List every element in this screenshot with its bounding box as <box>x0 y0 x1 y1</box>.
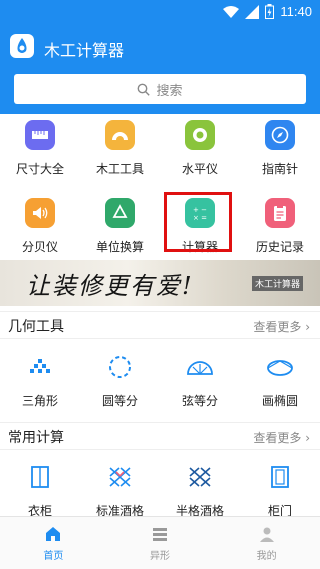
view-more-link[interactable]: 查看更多 › <box>253 318 310 335</box>
tool-label: 三角形 <box>21 394 58 408</box>
tab-label: 我的 <box>256 550 277 562</box>
search-icon <box>138 83 151 96</box>
user-icon <box>259 527 274 542</box>
common-tools-row: 衣柜 标准酒格 半格酒格 柜门 <box>0 462 320 519</box>
recycle-icon <box>105 198 135 228</box>
half-wine-rack-icon <box>185 462 215 492</box>
ruler-icon <box>25 120 55 150</box>
speaker-icon <box>25 198 55 228</box>
section-header-geometry: 几何工具 查看更多 › <box>0 311 320 339</box>
view-more-link[interactable]: 查看更多 › <box>253 429 310 446</box>
tool-ruler-size[interactable]: 尺寸大全 <box>0 120 80 177</box>
tool-decibel-meter[interactable]: 分贝仪 <box>0 198 80 255</box>
chevron-right-icon: › <box>305 320 310 334</box>
section-title: 几何工具 <box>8 319 64 335</box>
tab-label: 异形 <box>150 550 170 562</box>
calculator-highlight-box <box>164 192 232 252</box>
tool-chord-divide[interactable]: 弦等分 <box>160 352 240 409</box>
tool-half-wine-rack[interactable]: 半格酒格 <box>160 462 240 519</box>
home-icon <box>46 526 61 541</box>
chevron-right-icon: › <box>305 431 310 445</box>
search-placeholder: 搜索 <box>156 83 183 99</box>
tool-label: 尺寸大全 <box>15 162 64 176</box>
tool-cabinet-door[interactable]: 柜门 <box>240 462 320 519</box>
app-bar: 木工计算器 <box>0 24 320 70</box>
tool-carpentry-tools[interactable]: 木工工具 <box>80 120 160 177</box>
signal-icon <box>245 4 260 19</box>
list-icon <box>153 527 167 541</box>
app-title: 木工计算器 <box>44 41 125 60</box>
battery-icon <box>265 4 275 19</box>
promo-banner[interactable]: 让装修更有爱! 木工计算器 <box>0 260 320 306</box>
tool-circle-divide[interactable]: 圆等分 <box>80 352 160 409</box>
tab-home[interactable]: 首页 <box>0 517 107 569</box>
tab-label: 首页 <box>43 550 64 562</box>
wifi-icon <box>223 5 240 18</box>
level-icon <box>185 120 215 150</box>
status-time: 11:40 <box>280 4 312 19</box>
triangle-dots-icon <box>25 352 55 382</box>
tool-label: 历史记录 <box>255 240 304 254</box>
tool-unit-conversion[interactable]: 单位换算 <box>80 198 160 255</box>
status-icons: 11:40 <box>223 4 312 19</box>
protractor-icon <box>105 120 135 150</box>
tool-label: 单位换算 <box>95 240 144 254</box>
section-title: 常用计算 <box>8 430 64 446</box>
bottom-tab-bar: 首页 异形 我的 <box>0 516 320 569</box>
tool-label: 弦等分 <box>181 394 218 408</box>
tool-grid-row-1: 尺寸大全 木工工具 水平仪 指南针 <box>0 120 320 177</box>
compass-icon <box>265 120 295 150</box>
tab-special-shapes[interactable]: 异形 <box>107 517 214 569</box>
tool-compass[interactable]: 指南针 <box>240 120 320 177</box>
app-logo-icon <box>10 34 34 58</box>
tool-label: 指南针 <box>261 162 298 176</box>
tool-label: 画椭圆 <box>261 394 298 408</box>
cabinet-door-icon <box>265 462 295 492</box>
status-bar: 11:40 <box>0 0 320 24</box>
wine-rack-icon <box>105 462 135 492</box>
tab-profile[interactable]: 我的 <box>213 517 320 569</box>
tool-draw-ellipse[interactable]: 画椭圆 <box>240 352 320 409</box>
ellipse-icon <box>265 352 295 382</box>
tool-history[interactable]: 历史记录 <box>240 198 320 255</box>
search-area: 搜索 <box>0 70 320 114</box>
wardrobe-icon <box>25 462 55 492</box>
banner-slogan: 让装修更有爱! <box>26 272 194 300</box>
view-more-label: 查看更多 <box>253 431 302 445</box>
tool-label: 木工工具 <box>95 162 144 176</box>
tool-wardrobe[interactable]: 衣柜 <box>0 462 80 519</box>
search-input[interactable]: 搜索 <box>14 74 306 104</box>
banner-tag: 木工计算器 <box>252 276 304 291</box>
tool-label: 水平仪 <box>181 162 218 176</box>
tool-standard-wine-rack[interactable]: 标准酒格 <box>80 462 160 519</box>
tool-level[interactable]: 水平仪 <box>160 120 240 177</box>
chord-icon <box>185 352 215 382</box>
tool-triangle[interactable]: 三角形 <box>0 352 80 409</box>
tool-label: 圆等分 <box>101 394 138 408</box>
tool-grid-row-2: 分贝仪 单位换算 + − × = 计算器 历史记录 <box>0 198 320 255</box>
tool-label: 分贝仪 <box>21 240 58 254</box>
circle-divide-icon <box>105 352 135 382</box>
clipboard-icon <box>265 198 295 228</box>
geometry-tools-row: 三角形 圆等分 弦等分 画椭圆 <box>0 352 320 409</box>
view-more-label: 查看更多 <box>253 320 302 334</box>
section-header-common: 常用计算 查看更多 › <box>0 422 320 450</box>
